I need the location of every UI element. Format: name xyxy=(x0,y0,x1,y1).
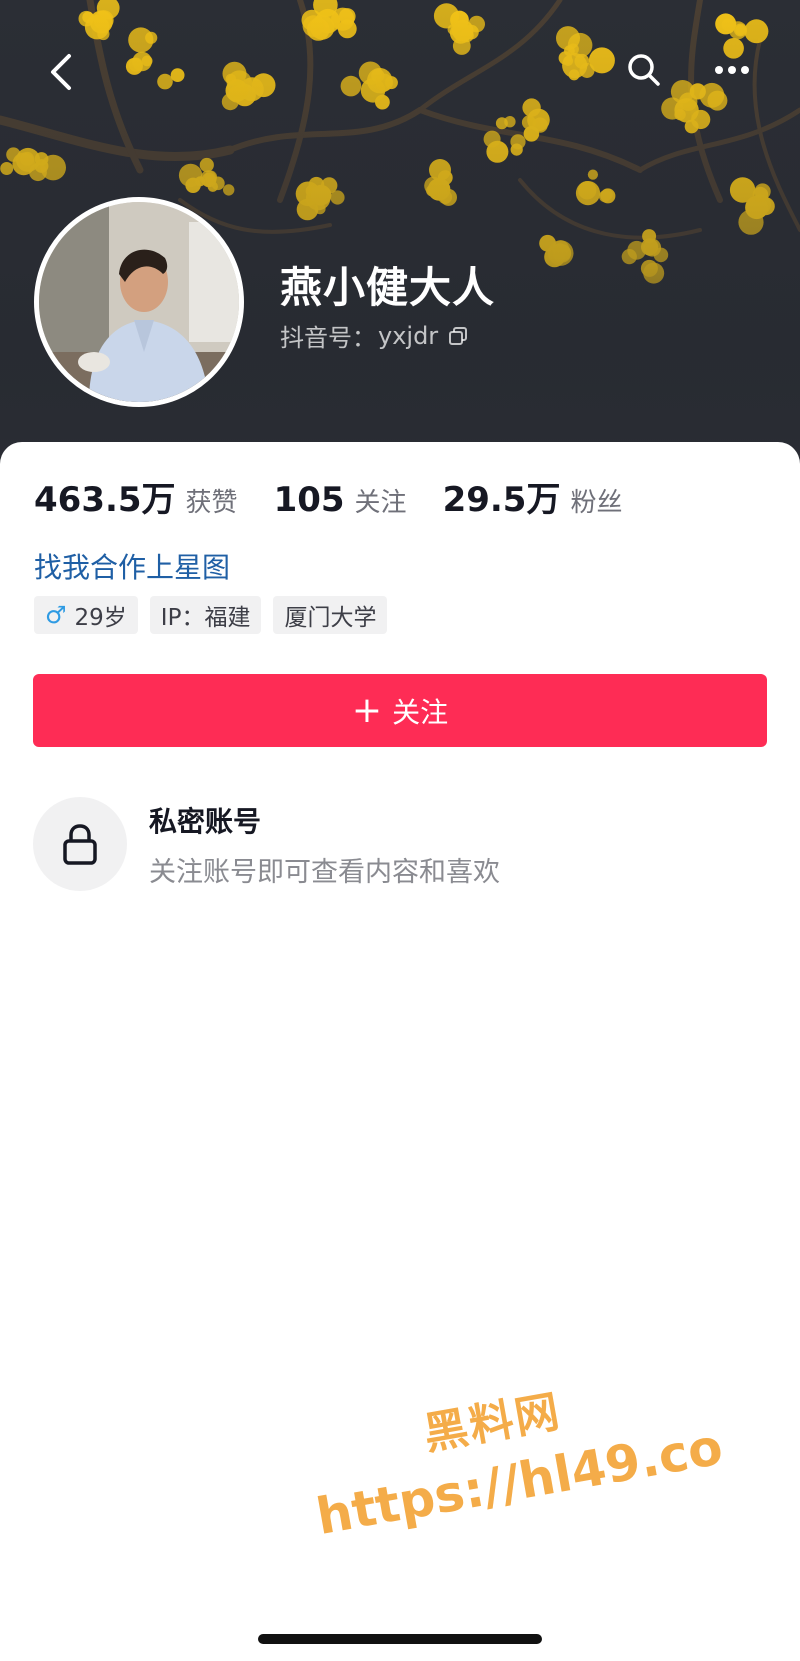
private-account-description: 关注账号即可查看内容和喜欢 xyxy=(149,856,500,888)
stat-likes-value: 463.5万 xyxy=(34,480,176,520)
profile-tags: ♂ 29岁 IP：福建 厦门大学 xyxy=(34,596,399,634)
home-indicator[interactable] xyxy=(258,1634,542,1644)
profile-panel: 463.5万 获赞 105 关注 29.5万 粉丝 找我合作上星图 ♂ 29岁 … xyxy=(0,442,800,1661)
profile-cover: 燕小健大人 抖音号： yxjdr xyxy=(0,0,800,470)
private-account-text: 私密账号 关注账号即可查看内容和喜欢 xyxy=(149,800,500,889)
tag-gender-age: ♂ 29岁 xyxy=(34,596,138,634)
tag-school[interactable]: 厦门大学 xyxy=(273,596,388,634)
douyin-id[interactable]: 抖音号： yxjdr xyxy=(280,318,468,353)
back-icon xyxy=(51,54,71,90)
private-account-title: 私密账号 xyxy=(149,804,262,838)
lock-badge xyxy=(33,797,127,891)
search-icon xyxy=(628,54,660,86)
stat-followers[interactable]: 29.5万 粉丝 xyxy=(443,472,623,521)
stat-following-value: 105 xyxy=(273,480,345,520)
copy-icon[interactable] xyxy=(448,326,468,346)
stat-following[interactable]: 105 关注 xyxy=(274,480,407,520)
nickname: 燕小健大人 xyxy=(280,263,496,312)
douyin-id-label: 抖音号： xyxy=(280,324,376,352)
more-icon xyxy=(715,66,749,74)
back-button[interactable] xyxy=(38,48,86,96)
follow-button-label: 关注 xyxy=(392,695,449,729)
tag-age: 29岁 xyxy=(74,605,127,631)
stat-likes[interactable]: 463.5万 获赞 xyxy=(34,472,238,521)
plus-icon: + xyxy=(351,689,383,731)
more-button[interactable] xyxy=(708,46,756,94)
private-account-notice: 私密账号 关注账号即可查看内容和喜欢 xyxy=(33,797,500,891)
stats-row: 463.5万 获赞 105 关注 29.5万 粉丝 xyxy=(34,472,658,521)
stat-likes-label: 获赞 xyxy=(185,488,238,518)
stat-following-label: 关注 xyxy=(354,488,407,518)
avatar[interactable] xyxy=(34,197,244,407)
stat-followers-value: 29.5万 xyxy=(442,480,561,520)
avatar-photo xyxy=(39,202,239,402)
follow-button[interactable]: + 关注 xyxy=(33,674,767,747)
douyin-id-value: yxjdr xyxy=(378,321,439,350)
tag-ip: IP：福建 xyxy=(149,596,262,634)
search-button[interactable] xyxy=(620,46,668,94)
lock-icon xyxy=(63,824,97,865)
cooperate-link[interactable]: 找我合作上星图 xyxy=(34,546,230,586)
male-icon: ♂ xyxy=(45,601,67,629)
stat-followers-label: 粉丝 xyxy=(570,488,623,518)
